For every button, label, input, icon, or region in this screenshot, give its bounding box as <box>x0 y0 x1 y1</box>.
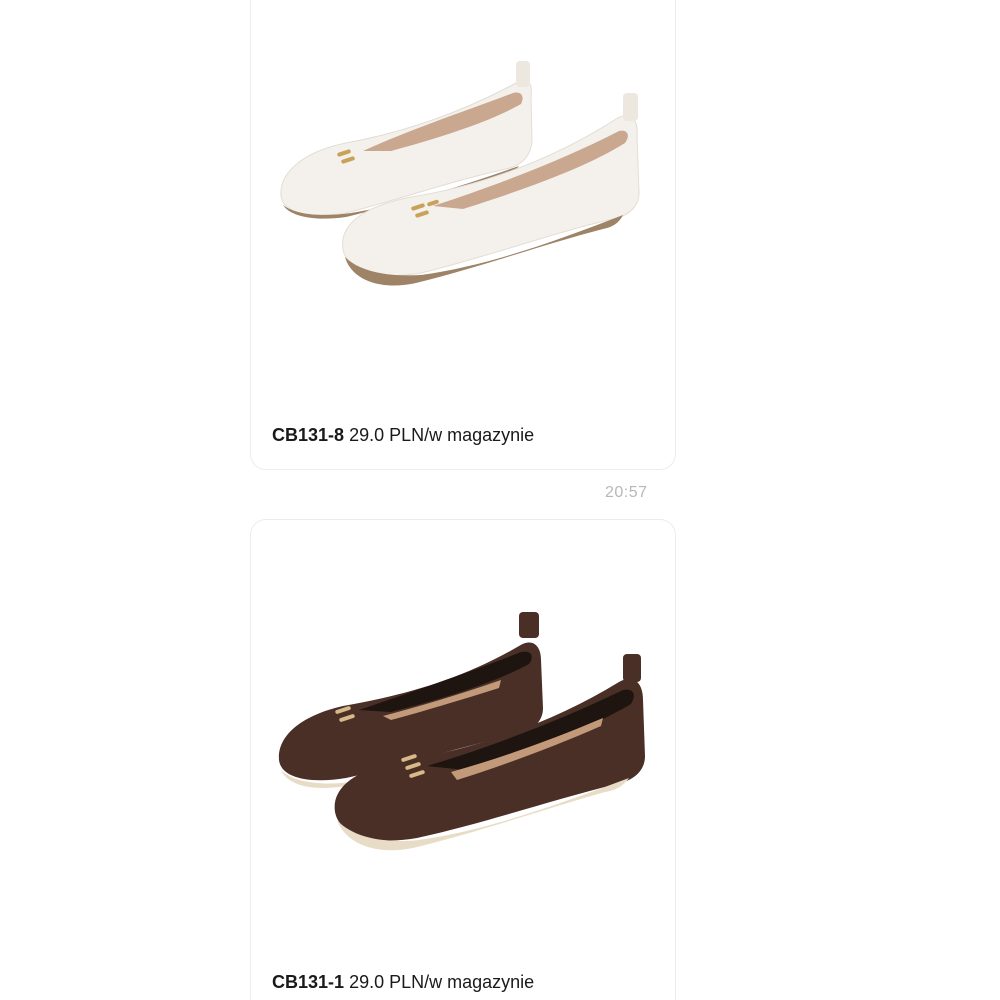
product-image-brown-flats[interactable] <box>251 520 676 900</box>
product-message-card[interactable]: CB131-8 29.0 PLN/w magazynie <box>250 0 676 470</box>
chat-thread: CB131-8 29.0 PLN/w magazynie 20:57 CB131… <box>0 0 1000 1000</box>
product-details: 29.0 PLN/w magazynie <box>349 972 535 992</box>
product-caption: CB131-8 29.0 PLN/w magazynie <box>272 425 534 446</box>
product-code: CB131-1 <box>272 972 345 992</box>
product-details: 29.0 PLN/w magazynie <box>349 425 535 445</box>
product-code: CB131-8 <box>272 425 345 445</box>
product-caption: CB131-1 29.0 PLN/w magazynie <box>272 972 534 993</box>
product-message-card[interactable]: CB131-1 29.0 PLN/w magazynie <box>250 519 676 1000</box>
message-timestamp: 20:57 <box>605 484 648 501</box>
product-image-white-flats[interactable] <box>251 1 676 381</box>
